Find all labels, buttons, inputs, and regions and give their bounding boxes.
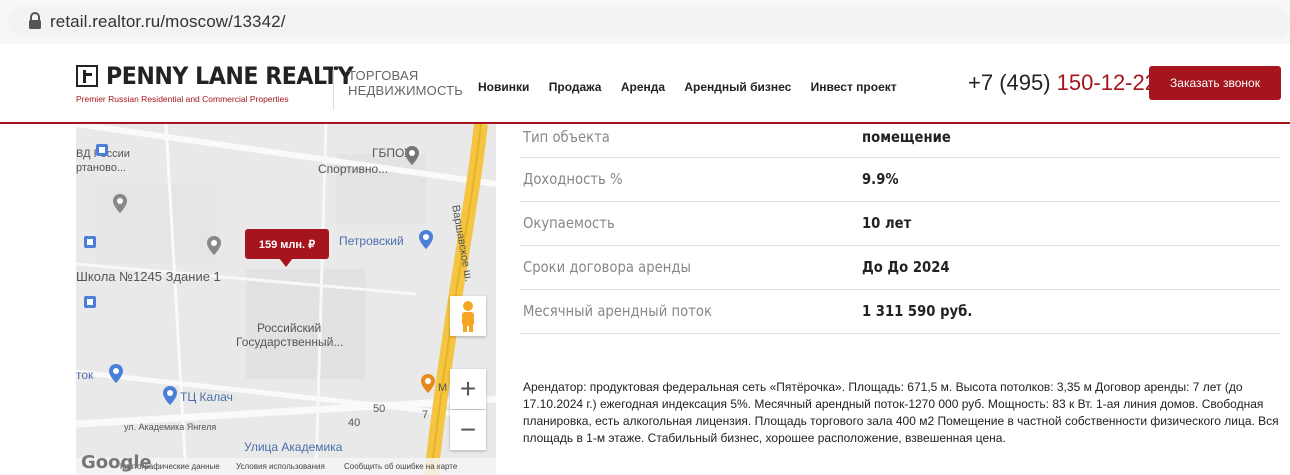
map-label-rossiysky-1: Российский [257,321,322,335]
zoom-in-button[interactable]: + [450,369,486,409]
category-line-1: ТОРГОВАЯ [348,68,419,83]
transit-icon [96,144,108,156]
divider [333,66,334,110]
poi-pin-icon [405,146,419,165]
nav-item-prodazha[interactable]: Продажа [549,80,602,94]
url-text[interactable]: retail.realtor.ru/moscow/13342/ [50,12,286,32]
property-value: До До 2024 [862,258,950,276]
location-map[interactable]: ВД России ртаново... ГБПОУ Спортивно... … [76,124,496,475]
category-line-2: НЕДВИЖИМОСТЬ [348,83,463,98]
property-label: Окупаемость [523,214,615,232]
poi-pin-icon [113,194,127,213]
property-label: Тип объекта [523,128,610,146]
map-label-sportivno: Спортивно... [318,162,389,176]
property-row: Месячный арендный поток 1 311 590 руб. [519,290,1281,334]
property-row: Доходность % 9.9% [519,158,1281,202]
map-label-num40: 40 [348,417,361,429]
property-label: Сроки договора аренды [523,258,691,276]
property-row: Сроки договора аренды До До 2024 [519,246,1281,290]
map-label-school: Школа №1245 Здание 1 [76,269,221,284]
map-label-rossiysky-2: Государственный... [236,335,344,349]
category-label[interactable]: ТОРГОВАЯ НЕДВИЖИМОСТЬ [348,68,463,98]
report-error-link[interactable]: Сообщить об ошибке на карте [344,462,457,471]
map-label-rtanovo: ртаново... [76,162,127,174]
transit-icon [84,296,96,308]
map-label-m: М [438,382,448,394]
main-nav: Новинки Продажа Аренда Арендный бизнес И… [478,80,913,94]
property-details-table: Тип объекта помещение Доходность % 9.9% … [519,124,1281,334]
nav-item-arenda[interactable]: Аренда [621,80,665,94]
google-logo[interactable]: Google [81,452,152,473]
food-pin-icon [421,374,435,393]
logo-tagline: Premier Russian Residential and Commerci… [76,94,289,104]
phone-number[interactable]: +7 (495) 150-12-22 [968,70,1157,96]
property-value: 9.9% [862,170,899,188]
lock-icon [29,12,41,29]
nav-item-novinki[interactable]: Новинки [478,80,529,94]
property-value: помещение [862,128,951,146]
transit-icon [84,236,96,248]
map-label-tc-kalach: ТЦ Калач [180,390,233,404]
map-label-ulitsa-akademika: Улица Академика [244,440,343,454]
shopping-pin-icon [419,230,433,249]
phone-digits: 150-12-22 [1056,70,1157,95]
property-description: Арендатор: продуктовая федеральная сеть … [523,380,1279,445]
property-label: Месячный арендный поток [523,302,712,320]
site-header: PENNY LANE REALTY Premier Russian Reside… [0,58,1290,124]
phone-prefix: +7 (495) [968,70,1057,95]
property-row: Тип объекта помещение [519,124,1281,158]
logo-name: PENNY LANE REALTY [106,62,354,90]
order-call-button[interactable]: Заказать звонок [1149,66,1281,100]
map-label-petrovsky: Петровский [339,234,404,248]
property-value: 10 лет [862,214,912,232]
shopping-pin-icon [163,386,177,405]
logo-mark-icon [76,65,98,87]
browser-address-bar: retail.realtor.ru/moscow/13342/ [0,0,1290,44]
nav-item-arendny-biznes[interactable]: Арендный бизнес [684,80,791,94]
shopping-pin-icon [109,364,123,383]
map-label-akademika-yangelya: ул. Академика Янгеля [124,422,217,432]
property-row: Окупаемость 10 лет [519,202,1281,246]
zoom-out-button[interactable]: − [450,410,486,450]
street-view-pegman-icon[interactable] [450,296,486,336]
property-value: 1 311 590 руб. [862,302,973,320]
map-label-tok: ток [76,368,94,382]
terms-link[interactable]: Условия использования [236,462,325,471]
poi-pin-icon [207,236,221,255]
nav-item-invest-proekt[interactable]: Инвест проект [811,80,897,94]
map-label-num50: 50 [373,403,386,415]
map-label-num7: 7 [422,409,429,421]
price-marker[interactable]: 159 млн. ₽ [245,229,329,267]
property-label: Доходность % [523,170,623,188]
